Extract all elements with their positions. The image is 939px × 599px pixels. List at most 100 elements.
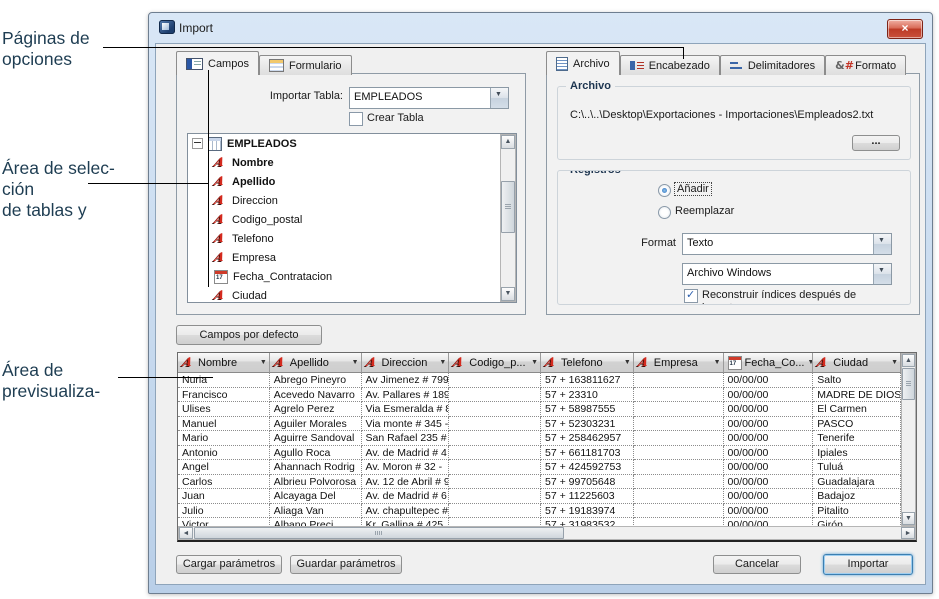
format-label: Format [588, 237, 676, 249]
radio-circle[interactable] [658, 206, 671, 219]
column-header-ciudad[interactable]: Ciudad ▼ [813, 353, 901, 373]
column-header-apellido[interactable]: Apellido▼ [270, 353, 362, 373]
column-header-fecha-co-[interactable]: Fecha_Co...▼ [724, 353, 814, 373]
table-row[interactable]: VictorAlbano PreciKr. Gallina # 42557 + … [178, 518, 901, 526]
collapse-icon[interactable] [192, 138, 203, 149]
tree-item-empresa[interactable]: Empresa [188, 248, 516, 267]
column-header-codigo-p-[interactable]: Codigo_p...▼ [449, 353, 541, 373]
tree-item-fecha_contratacion[interactable]: Fecha_Contratacion [188, 267, 516, 286]
tree-scrollbar[interactable]: ▲ ▼ [500, 134, 516, 302]
tab-delimitadores[interactable]: Delimitadores [720, 55, 825, 75]
table-cell: Francisco [178, 388, 270, 403]
checkbox-box[interactable] [349, 112, 363, 126]
tab-archivo[interactable]: Archivo [546, 51, 620, 75]
tree-item-codigo_postal[interactable]: Codigo_postal [188, 210, 516, 229]
table-cell: Girón [813, 518, 901, 526]
import-table-combobox[interactable]: EMPLEADOS [349, 87, 509, 109]
table-row[interactable]: JulioAliaga VanAv. chapultepec #57 + 191… [178, 504, 901, 519]
scroll-thumb[interactable] [902, 368, 915, 400]
column-menu-arrow-icon[interactable]: ▼ [352, 359, 359, 366]
tree-item-ciudad[interactable]: Ciudad [188, 286, 516, 303]
column-header-direccion[interactable]: Direccion▼ [362, 353, 450, 373]
table-row[interactable]: ManuelAguiler MoralesVia monte # 345 -57… [178, 417, 901, 432]
encoding-combobox[interactable]: Archivo Windows [682, 263, 892, 285]
table-row[interactable]: FranciscoAcevedo NavarroAv. Pallares # 1… [178, 388, 901, 403]
column-menu-arrow-icon[interactable]: ▼ [624, 359, 631, 366]
add-radio[interactable]: Añadir [658, 183, 808, 197]
scroll-thumb[interactable] [194, 527, 564, 539]
table-horizontal-scrollbar[interactable]: ◄ ► [178, 526, 916, 540]
table-row[interactable]: NuriaAbrego PineyroAv Jimenez # 79957 + … [178, 373, 901, 388]
format-combobox[interactable]: Texto [682, 233, 892, 255]
tree-item-direccion[interactable]: Direccion [188, 191, 516, 210]
table-row[interactable]: AngelAhannach RodrigAv. Moron # 32 -57 +… [178, 460, 901, 475]
table-row[interactable]: JuanAlcayaga DelAv. de Madrid # 657 + 11… [178, 489, 901, 504]
table-cell [634, 431, 724, 446]
combo-arrow-icon[interactable] [873, 234, 891, 254]
column-menu-arrow-icon[interactable]: ▼ [439, 359, 446, 366]
combo-arrow-icon[interactable] [490, 88, 508, 108]
column-menu-arrow-icon[interactable]: ▼ [891, 359, 898, 366]
scroll-up-icon[interactable]: ▲ [501, 135, 515, 149]
column-menu-arrow-icon[interactable]: ▼ [260, 359, 267, 366]
tree-item-empleados[interactable]: EMPLEADOS [188, 134, 516, 153]
table-cell: Albano Preci [270, 518, 362, 526]
table-row[interactable]: UlisesAgrelo PerezVia Esmeralda # 857 + … [178, 402, 901, 417]
default-fields-button[interactable]: Campos por defecto [176, 325, 322, 345]
table-cell: Agrelo Perez [270, 402, 362, 417]
registros-groupbox: Registros Añadir Reemplazar Format Texto [557, 170, 911, 305]
tab-formulario[interactable]: Formulario [259, 55, 352, 75]
text-field-icon [214, 290, 227, 302]
column-label: Empresa [654, 357, 698, 369]
table-cell: PASCO [813, 417, 901, 432]
column-menu-arrow-icon[interactable]: ▼ [714, 359, 721, 366]
field-tree[interactable]: EMPLEADOSNombreApellidoDireccionCodigo_p… [187, 133, 517, 303]
cancel-button[interactable]: Cancelar [713, 555, 801, 574]
tab-formato[interactable]: Formato [825, 55, 906, 75]
scroll-down-icon[interactable]: ▼ [501, 287, 515, 301]
title-bar[interactable]: Import × [149, 13, 932, 43]
preview-table[interactable]: Nombre▼Apellido▼Direccion▼Codigo_p...▼Te… [177, 352, 917, 542]
replace-radio[interactable]: Reemplazar [658, 205, 808, 219]
column-header-nombre[interactable]: Nombre▼ [178, 353, 270, 373]
checkbox-box[interactable] [684, 289, 698, 303]
table-vertical-scrollbar[interactable]: ▲ ▼ [901, 353, 916, 526]
import-button[interactable]: Importar [823, 554, 913, 575]
column-label: Ciudad [833, 357, 868, 369]
combo-arrow-icon[interactable] [873, 264, 891, 284]
text-field-icon [214, 252, 227, 264]
table-cell: 00/00/00 [724, 417, 814, 432]
create-table-checkbox[interactable]: Crear Tabla [349, 112, 499, 126]
table-row[interactable]: AntonioAgullo RocaAv. de Madrid # 457 + … [178, 446, 901, 461]
close-button[interactable]: × [887, 19, 923, 39]
table-cell: 00/00/00 [724, 402, 814, 417]
table-cell: Av Jimenez # 799 [362, 373, 450, 388]
scroll-right-icon[interactable]: ► [901, 527, 915, 539]
scroll-up-icon[interactable]: ▲ [902, 354, 915, 367]
registros-group-title: Registros [566, 170, 625, 176]
scroll-down-icon[interactable]: ▼ [902, 512, 915, 525]
tree-item-telefono[interactable]: Telefono [188, 229, 516, 248]
scroll-left-icon[interactable]: ◄ [179, 527, 193, 539]
table-cell: Tuluá [813, 460, 901, 475]
browse-button[interactable]: ... [852, 135, 900, 151]
table-row[interactable]: CarlosAlbrieu PolvorosaAv. 12 de Abril #… [178, 475, 901, 490]
load-parameters-button[interactable]: Cargar parámetros [176, 555, 282, 574]
tab-campos[interactable]: Campos [176, 51, 259, 75]
save-parameters-button[interactable]: Guardar parámetros [290, 555, 402, 574]
table-cell [634, 373, 724, 388]
column-header-telefono[interactable]: Telefono▼ [541, 353, 634, 373]
tree-item-nombre[interactable]: Nombre [188, 153, 516, 172]
table-row[interactable]: MarioAguirre SandovalSan Rafael 235 # 85… [178, 431, 901, 446]
rebuild-indexes-checkbox[interactable]: Reconstruir índices después de importar [684, 289, 894, 305]
radio-circle[interactable] [658, 184, 671, 197]
tab-encabezado[interactable]: Encabezado [620, 55, 720, 75]
table-body: NuriaAbrego PineyroAv Jimenez # 79957 + … [178, 373, 901, 526]
scroll-thumb[interactable] [501, 181, 515, 233]
table-cell: Abrego Pineyro [270, 373, 362, 388]
column-header-empresa[interactable]: Empresa ▼ [634, 353, 724, 373]
tree-item-apellido[interactable]: Apellido [188, 172, 516, 191]
tree-item-label: Fecha_Contratacion [233, 271, 332, 283]
column-menu-arrow-icon[interactable]: ▼ [531, 359, 538, 366]
table-cell: Via Esmeralda # 8 [362, 402, 450, 417]
